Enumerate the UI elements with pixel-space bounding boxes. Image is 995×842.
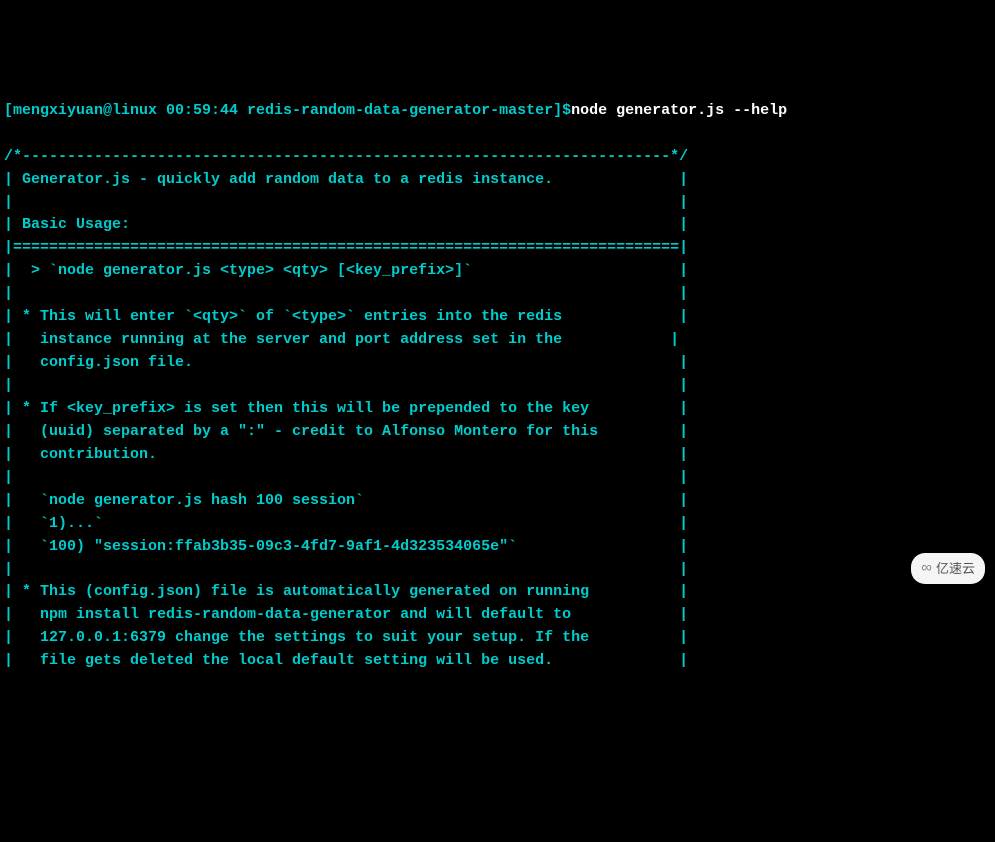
shell-prompt: [mengxiyuan@linux 00:59:44 redis-random-… (4, 102, 571, 119)
help-ex-l2: | `1)...` | (4, 515, 688, 532)
help-p3-l4: | file gets deleted the local default se… (4, 652, 688, 669)
help-title: | Generator.js - quickly add random data… (4, 171, 688, 188)
help-p3-l2: | npm install redis-random-data-generato… (4, 606, 688, 623)
help-p2-l2: | (uuid) separated by a ":" - credit to … (4, 423, 688, 440)
help-blank: | | (4, 285, 688, 302)
help-usage-line: | > `node generator.js <type> <qty> [<ke… (4, 262, 688, 279)
help-p3-l3: | 127.0.0.1:6379 change the settings to … (4, 629, 688, 646)
blank-line (4, 125, 13, 142)
help-blank: | | (4, 561, 688, 578)
help-blank: | | (4, 377, 688, 394)
watermark-text: 亿速云 (936, 559, 975, 579)
help-blank: | | (4, 194, 688, 211)
help-basic-usage: | Basic Usage: | (4, 216, 688, 233)
infinity-icon: ∞ (921, 557, 932, 580)
help-p1-l3: | config.json file. | (4, 354, 688, 371)
help-p1-l2: | instance running at the server and por… (4, 331, 679, 348)
help-p2-l1: | * If <key_prefix> is set then this wil… (4, 400, 688, 417)
command-input: node generator.js --help (571, 102, 787, 119)
help-blank: | | (4, 469, 688, 486)
watermark-badge: ∞ 亿速云 (911, 553, 985, 584)
terminal-window[interactable]: [mengxiyuan@linux 00:59:44 redis-random-… (0, 92, 995, 681)
help-divider: |=======================================… (4, 239, 688, 256)
help-border-top: /*--------------------------------------… (4, 148, 688, 165)
help-ex-l1: | `node generator.js hash 100 session` | (4, 492, 688, 509)
help-p2-l3: | contribution. | (4, 446, 688, 463)
help-p1-l1: | * This will enter `<qty>` of `<type>` … (4, 308, 688, 325)
help-ex-l3: | `100) "session:ffab3b35-09c3-4fd7-9af1… (4, 538, 688, 555)
